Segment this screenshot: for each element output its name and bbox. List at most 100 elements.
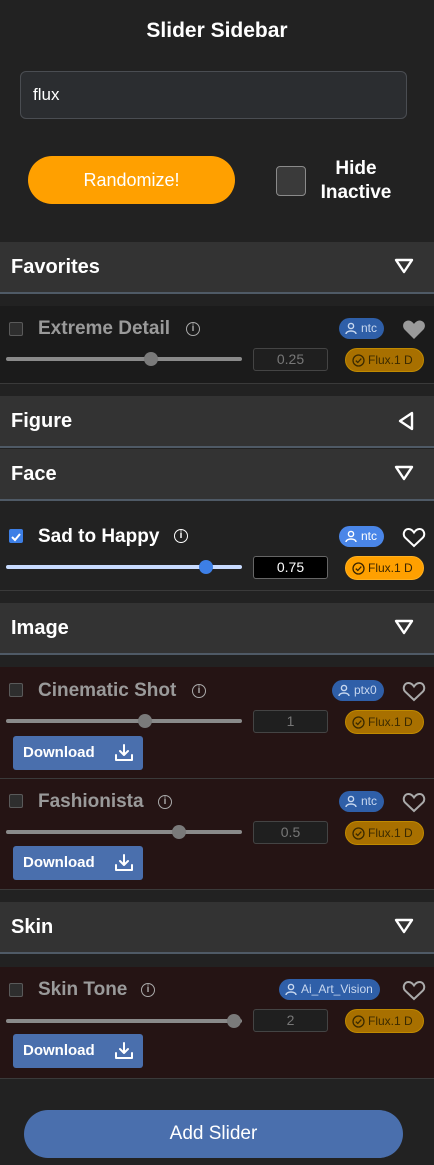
user-icon	[345, 795, 357, 808]
model-badge: Flux.1 D	[345, 710, 424, 734]
slider-card-skin-tone: Skin Tone i Ai_Art_Vision 2 Flux.1 D Dow…	[0, 967, 434, 1079]
slider-name: Skin Tone	[38, 979, 128, 1000]
slider-name: Sad to Happy	[38, 526, 160, 547]
slider-track[interactable]	[6, 357, 242, 361]
triangle-icon	[394, 918, 414, 934]
slider-name: Fashionista	[38, 791, 144, 812]
slider-value-input[interactable]: 2	[253, 1009, 328, 1032]
model-name: Flux.1 D	[368, 353, 413, 367]
slider-track[interactable]	[6, 719, 242, 723]
randomize-button[interactable]: Randomize!	[28, 156, 235, 204]
slider-track[interactable]	[6, 830, 242, 834]
slider-name: Cinematic Shot	[38, 680, 177, 701]
section-label: Figure	[11, 410, 73, 432]
triangle-icon	[398, 411, 414, 431]
download-button[interactable]: Download	[13, 736, 143, 770]
sidebar-title: Slider Sidebar	[146, 19, 288, 42]
slider-thumb[interactable]	[227, 1014, 241, 1028]
info-icon[interactable]: i	[192, 684, 206, 698]
info-icon[interactable]: i	[141, 983, 155, 997]
model-badge: Flux.1 D	[345, 821, 424, 845]
heart-icon[interactable]	[402, 980, 426, 1001]
search-input[interactable]	[20, 71, 407, 119]
author-badge[interactable]: ntc	[339, 526, 385, 547]
download-label: Download	[23, 744, 95, 761]
section-label: Image	[11, 617, 69, 639]
slider-value-input[interactable]: 1	[253, 710, 328, 733]
slider-enable-checkbox[interactable]	[9, 683, 23, 697]
triangle-icon	[394, 619, 414, 635]
slider-thumb[interactable]	[172, 825, 186, 839]
section-favorites[interactable]: Favorites	[0, 242, 434, 294]
heart-icon[interactable]	[402, 681, 426, 702]
check-icon	[11, 533, 21, 542]
slider-track[interactable]	[6, 1019, 242, 1023]
download-button[interactable]: Download	[13, 846, 143, 880]
section-skin[interactable]: Skin	[0, 902, 434, 954]
slider-card-sad-to-happy: Sad to Happy i ntc 0.75 Flux.1 D	[0, 513, 434, 591]
heart-icon[interactable]	[402, 792, 426, 813]
section-label: Favorites	[11, 256, 100, 278]
section-figure[interactable]: Figure	[0, 396, 434, 448]
info-icon[interactable]: i	[186, 322, 200, 336]
user-icon	[345, 530, 357, 543]
author-badge[interactable]: Ai_Art_Vision	[279, 979, 380, 1000]
author-name: ntc	[361, 794, 378, 808]
section-face[interactable]: Face	[0, 449, 434, 501]
add-slider-button[interactable]: Add Slider	[24, 1110, 403, 1158]
check-circle-icon	[352, 1015, 365, 1028]
hide-inactive-label: Hide Inactive	[320, 158, 392, 203]
slider-enable-checkbox[interactable]	[9, 794, 23, 808]
slider-enable-checkbox[interactable]	[9, 983, 23, 997]
model-badge: Flux.1 D	[345, 1009, 424, 1033]
slider-value-input[interactable]: 0.75	[253, 556, 328, 579]
model-badge: Flux.1 D	[345, 556, 424, 580]
heart-icon[interactable]	[402, 319, 426, 340]
model-name: Flux.1 D	[368, 1014, 413, 1028]
check-circle-icon	[352, 827, 365, 840]
heart-icon[interactable]	[402, 527, 426, 548]
author-name: ntc	[361, 321, 378, 335]
model-name: Flux.1 D	[368, 561, 413, 575]
download-icon	[115, 1042, 133, 1059]
download-label: Download	[23, 854, 95, 871]
author-badge[interactable]: ntc	[339, 318, 385, 339]
author-badge[interactable]: ptx0	[332, 680, 384, 701]
slider-card-extreme-detail: Extreme Detail i ntc 0.25 Flux.1 D	[0, 306, 434, 384]
slider-thumb[interactable]	[138, 714, 152, 728]
model-name: Flux.1 D	[368, 715, 413, 729]
download-icon	[115, 854, 133, 871]
check-circle-icon	[352, 354, 365, 367]
author-badge[interactable]: ntc	[339, 791, 385, 812]
slider-value-input[interactable]: 0.5	[253, 821, 328, 844]
author-name: Ai_Art_Vision	[301, 982, 373, 996]
author-name: ntc	[361, 529, 378, 543]
user-icon	[338, 684, 350, 697]
slider-enable-checkbox[interactable]	[9, 529, 23, 543]
slider-card-fashionista: Fashionista i ntc 0.5 Flux.1 D Download	[0, 779, 434, 890]
hide-inactive-checkbox[interactable]	[276, 166, 306, 196]
user-icon	[285, 983, 297, 996]
author-name: ptx0	[354, 683, 377, 697]
slider-card-cinematic-shot: Cinematic Shot i ptx0 1 Flux.1 D Downloa…	[0, 667, 434, 779]
slider-thumb[interactable]	[199, 560, 213, 574]
section-label: Skin	[11, 916, 54, 938]
check-circle-icon	[352, 562, 365, 575]
triangle-icon	[394, 465, 414, 481]
download-label: Download	[23, 1042, 95, 1059]
user-icon	[345, 322, 357, 335]
section-image[interactable]: Image	[0, 603, 434, 655]
slider-value-input[interactable]: 0.25	[253, 348, 328, 371]
download-icon	[115, 744, 133, 761]
info-icon[interactable]: i	[158, 795, 172, 809]
check-circle-icon	[352, 716, 365, 729]
info-icon[interactable]: i	[174, 529, 188, 543]
slider-thumb[interactable]	[144, 352, 158, 366]
slider-name: Extreme Detail	[38, 318, 171, 339]
slider-enable-checkbox[interactable]	[9, 322, 23, 336]
section-label: Face	[11, 463, 57, 485]
model-name: Flux.1 D	[368, 826, 413, 840]
download-button[interactable]: Download	[13, 1034, 143, 1068]
triangle-icon	[394, 258, 414, 274]
model-badge: Flux.1 D	[345, 348, 424, 372]
